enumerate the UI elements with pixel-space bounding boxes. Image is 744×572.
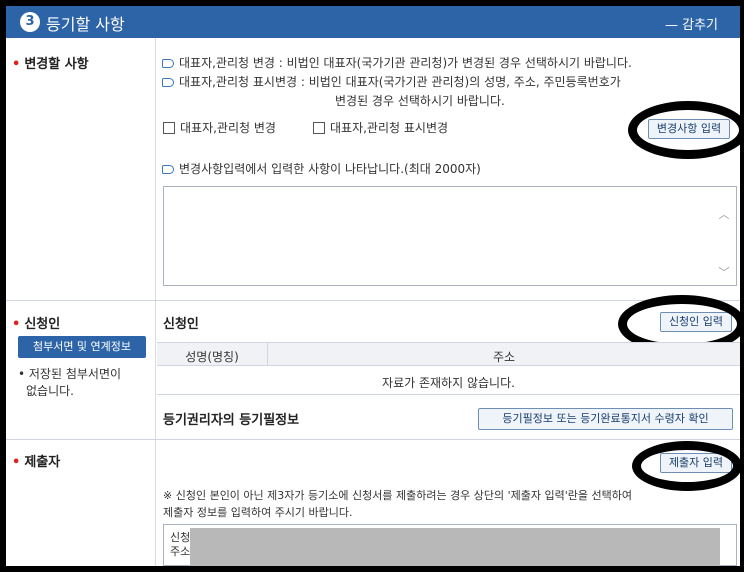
attachments-button[interactable]: 첨부서면 및 연계정보 <box>18 336 146 358</box>
column-name-header: 성명(명칭) <box>185 350 239 364</box>
required-marker: • <box>12 317 21 332</box>
scroll-down-icon[interactable]: ﹀ <box>718 267 730 279</box>
change-section-label: • 변경할 사항 <box>12 57 89 72</box>
change-note-2: 대표자,관리청 표시변경 : 비법인 대표자(국가기관 관리청)의 성명, 주소… <box>162 73 621 90</box>
applicant-subtitle: 신청인 <box>163 317 199 332</box>
empty-table-message: 자료가 존재하지 않습니다. <box>382 376 515 390</box>
representative-change-checkbox[interactable] <box>163 122 175 134</box>
registration-panel: 3 등기할 사항 — 감추기 • 변경할 사항 대표자,관리청 변경 : 비법인 … <box>6 6 740 566</box>
note-bullet-icon <box>162 165 174 174</box>
section-title: 등기할 사항 <box>46 15 125 34</box>
rights-holder-title: 등기권리자의 등기필정보 <box>163 413 300 428</box>
submitter-note-2: 제출자 정보를 입력하여 주시기 바랍니다. <box>163 506 353 519</box>
collapse-button[interactable]: — 감추기 <box>665 14 718 33</box>
display-note: 변경사항입력에서 입력한 사항이 나타납니다.(최대 2000자) <box>162 160 481 177</box>
representative-display-change-checkbox[interactable] <box>313 122 325 134</box>
change-content-textarea[interactable]: ︿ ﹀ <box>163 186 737 286</box>
submitter-note-1: ※ 신청인 본인이 아닌 제3자가 등기소에 신청서를 제출하려는 경우 상단의… <box>163 489 633 502</box>
section-header: 3 등기할 사항 — 감추기 <box>6 6 740 38</box>
representative-change-label: 대표자,관리청 변경 <box>180 121 276 135</box>
redaction-oval-1 <box>628 101 740 159</box>
change-note-2-cont: 변경된 경우 선택하시기 바랍니다. <box>335 94 505 108</box>
redacted-block <box>190 528 720 566</box>
saved-attachments-note-1: • 저장된 첨부서면이 <box>18 367 122 381</box>
applicant-table-header: 성명(명칭) 주소 <box>157 342 740 366</box>
note-bullet-icon <box>162 59 174 68</box>
submitter-section-label: • 제출자 <box>12 455 61 470</box>
saved-attachments-note-2: 없습니다. <box>26 384 74 398</box>
note-bullet-icon <box>162 78 174 87</box>
change-note-1: 대표자,관리청 변경 : 비법인 대표자(국가기관 관리청)가 변경된 경우 선… <box>162 54 632 71</box>
applicant-section-label: • 신청인 <box>12 317 61 332</box>
scroll-up-icon[interactable]: ︿ <box>718 209 730 221</box>
required-marker: • <box>12 455 21 470</box>
rights-info-confirm-button[interactable]: 등기필정보 또는 등기완료통지서 수령자 확인 <box>478 408 733 430</box>
table-bottom-border <box>157 394 740 395</box>
submitter-info-line-2: 주소 <box>170 545 191 558</box>
change-label-cell <box>6 38 156 300</box>
required-marker: • <box>12 57 21 72</box>
step-number-badge: 3 <box>20 12 40 32</box>
representative-display-change-label: 대표자,관리청 표시변경 <box>330 121 449 135</box>
column-address-header: 주소 <box>492 350 516 364</box>
redaction-oval-3 <box>632 441 740 491</box>
